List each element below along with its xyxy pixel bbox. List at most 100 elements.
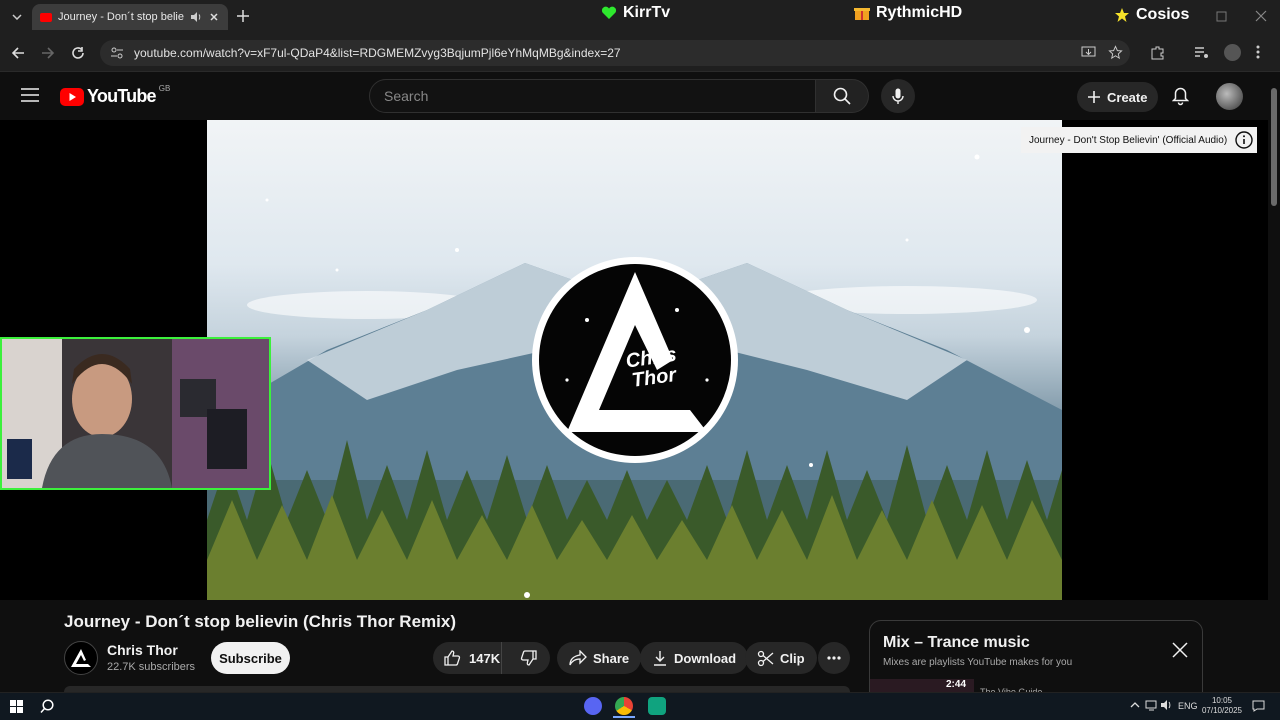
logo-wordmark: YouTube <box>87 86 157 106</box>
forward-button[interactable] <box>41 46 55 60</box>
more-horizontal-icon <box>827 656 841 660</box>
taskbar-search-button[interactable] <box>40 699 55 714</box>
input-language[interactable]: ENG <box>1178 701 1198 711</box>
region-code: GB <box>158 84 171 93</box>
notifications-button[interactable] <box>1172 87 1189 106</box>
microphone-icon <box>892 88 904 104</box>
guide-menu-button[interactable] <box>21 88 39 102</box>
star-outline-icon <box>1108 45 1123 60</box>
window-restore-button[interactable] <box>1216 11 1227 22</box>
search-icon <box>40 699 54 713</box>
channel-name[interactable]: Chris Thor <box>107 642 178 658</box>
info-card-text: Journey - Don't Stop Believin' (Official… <box>1029 134 1228 146</box>
stream-label-cosios: Cosios <box>1114 6 1189 24</box>
network-icon <box>1145 700 1157 711</box>
restore-icon <box>1216 11 1227 22</box>
reload-icon <box>72 47 84 59</box>
video-frame[interactable]: Chris Thor <box>207 120 1062 600</box>
action-center-button[interactable] <box>1252 700 1265 712</box>
stream-name: RythmicHD <box>876 4 963 21</box>
window-close-button[interactable] <box>1255 10 1267 22</box>
search-input[interactable]: Search <box>369 79 816 113</box>
discord-icon[interactable] <box>584 697 602 715</box>
scrollbar-thumb[interactable] <box>1271 88 1277 206</box>
volume-button[interactable] <box>1160 699 1173 711</box>
taskbar-clock[interactable]: 10:05 07/10/2025 <box>1200 696 1244 716</box>
tab-title: Journey - Don´t stop believin <box>58 11 184 23</box>
chevron-up-icon <box>1130 702 1140 708</box>
download-icon <box>654 651 666 666</box>
clip-button[interactable]: Clip <box>745 642 817 674</box>
youtube-favicon-icon <box>40 12 52 22</box>
thumbs-up-icon <box>444 650 461 666</box>
install-icon <box>1081 46 1096 57</box>
voice-search-button[interactable] <box>881 79 915 113</box>
webcam-feed <box>2 339 269 488</box>
speaker-icon <box>1161 700 1171 710</box>
channel-logo-icon <box>71 649 91 667</box>
search-button[interactable] <box>815 79 869 113</box>
mix-item-duration: 2:44 <box>946 679 967 690</box>
youtube-logo[interactable]: YouTube GB <box>60 84 171 107</box>
like-count: 147K <box>469 650 501 666</box>
back-button[interactable] <box>11 46 25 60</box>
stream-label-kirrtv: KirrTv <box>601 4 670 22</box>
search-placeholder: Search <box>384 88 429 104</box>
subscribe-button[interactable]: Subscribe <box>211 642 290 674</box>
app-icon[interactable] <box>648 697 666 715</box>
chrome-icon[interactable] <box>615 697 633 715</box>
windows-logo-icon <box>10 700 23 713</box>
video-info-card[interactable]: Journey - Don't Stop Believin' (Official… <box>1021 127 1257 153</box>
arrow-left-icon <box>11 47 24 59</box>
bell-icon <box>1172 87 1189 106</box>
clock-time: 10:05 <box>1211 696 1233 705</box>
tray-overflow-button[interactable] <box>1130 701 1140 708</box>
browser-tab-active[interactable]: Journey - Don´t stop believin <box>32 4 228 30</box>
bookmark-button[interactable] <box>1108 45 1123 60</box>
star-icon <box>1115 8 1129 22</box>
url-text: youtube.com/watch?v=xF7ul-QDaP4&list=RDG… <box>134 46 621 60</box>
subscriber-count: 22.7K subscribers <box>107 661 196 673</box>
create-button[interactable]: Create <box>1077 82 1158 112</box>
speaker-icon[interactable] <box>190 11 202 23</box>
gift-icon <box>854 8 870 20</box>
extensions-button[interactable] <box>1150 45 1165 60</box>
info-icon[interactable] <box>1235 131 1253 149</box>
browser-menu-button[interactable] <box>1256 45 1260 59</box>
profile-avatar[interactable] <box>1224 44 1241 61</box>
close-mix-button[interactable] <box>1172 642 1188 658</box>
channel-avatar[interactable] <box>64 641 98 675</box>
new-tab-button[interactable] <box>236 9 250 23</box>
network-button[interactable] <box>1145 699 1158 711</box>
share-icon <box>569 650 587 666</box>
active-app-indicator <box>613 716 635 718</box>
notification-icon <box>1252 700 1265 712</box>
address-bar[interactable]: youtube.com/watch?v=xF7ul-QDaP4&list=RDG… <box>100 40 1130 66</box>
account-avatar[interactable] <box>1216 83 1243 110</box>
install-app-button[interactable] <box>1081 45 1096 60</box>
reload-button[interactable] <box>71 46 85 60</box>
media-controls-button[interactable] <box>1194 45 1209 60</box>
mix-title[interactable]: Mix – Trance music <box>883 634 1030 652</box>
site-settings-icon[interactable] <box>110 46 124 60</box>
create-label: Create <box>1107 89 1148 105</box>
mix-playlist-panel: Mix – Trance music Mixes are playlists Y… <box>869 620 1203 700</box>
like-button[interactable]: 147K <box>433 642 503 674</box>
more-vertical-icon <box>1256 45 1260 59</box>
playlist-icon <box>1195 47 1208 58</box>
close-tab-icon[interactable] <box>208 11 220 23</box>
channel-logo-text: Chris Thor <box>624 344 680 392</box>
start-button[interactable] <box>10 700 23 713</box>
download-button[interactable]: Download <box>640 642 749 674</box>
close-icon <box>1255 10 1267 22</box>
arrow-right-icon <box>42 47 55 59</box>
stream-name: Cosios <box>1136 6 1190 23</box>
close-icon <box>1172 642 1188 658</box>
dislike-button[interactable] <box>508 642 550 674</box>
stream-label-rythmichd: RythmicHD <box>854 4 962 22</box>
thumbs-down-icon <box>521 650 537 666</box>
more-actions-button[interactable] <box>818 642 850 674</box>
tab-list-button[interactable] <box>8 8 26 26</box>
windows-taskbar <box>0 692 1280 720</box>
share-button[interactable]: Share <box>557 642 642 674</box>
